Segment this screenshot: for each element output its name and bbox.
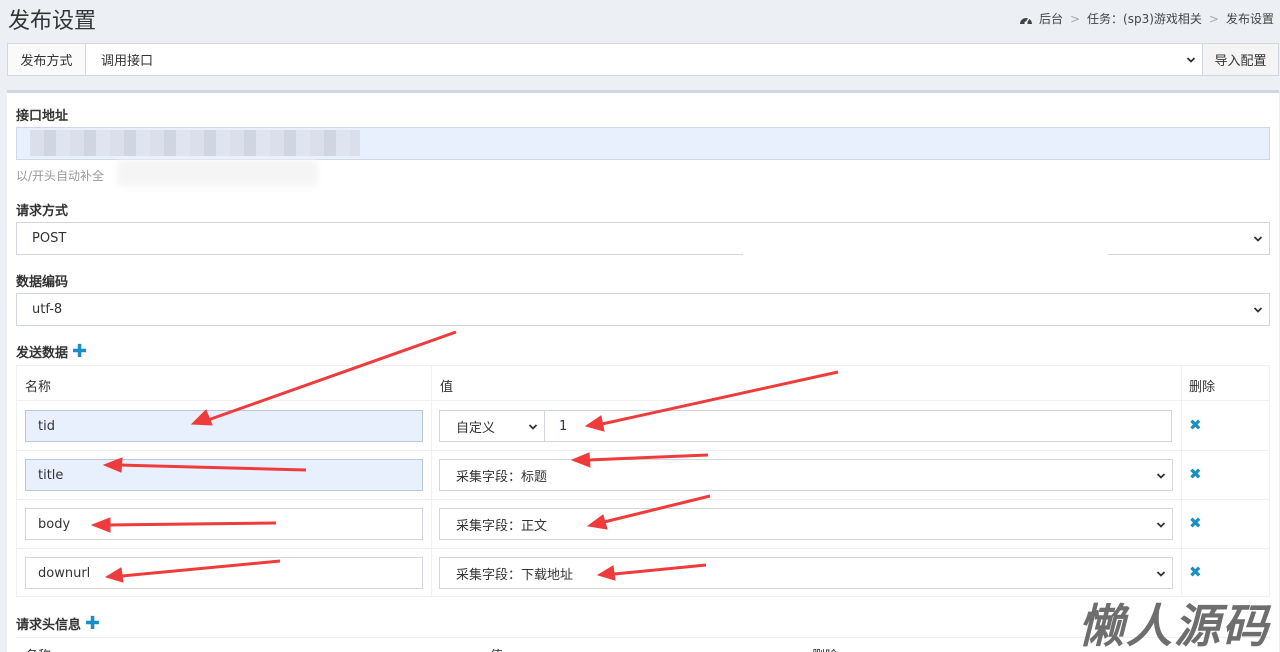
arrow-head: [104, 567, 124, 583]
annotation-arrows: [90, 330, 839, 583]
arrow-head: [102, 457, 123, 473]
arrow-line: [207, 330, 457, 422]
arrow-head: [190, 409, 213, 426]
arrow-head: [90, 517, 111, 533]
arrow-head: [586, 514, 608, 530]
arrow-line: [121, 559, 281, 578]
arrow-line: [119, 463, 307, 472]
watermark: 懒人源码: [1078, 599, 1270, 652]
arrow-head: [596, 565, 616, 581]
arrow-line: [107, 521, 277, 527]
arrow-line: [603, 494, 711, 524]
arrow-line: [601, 370, 839, 426]
arrow-head: [570, 452, 591, 468]
arrow-line: [613, 563, 707, 576]
arrow-head: [584, 415, 605, 432]
arrow-line: [587, 453, 709, 462]
